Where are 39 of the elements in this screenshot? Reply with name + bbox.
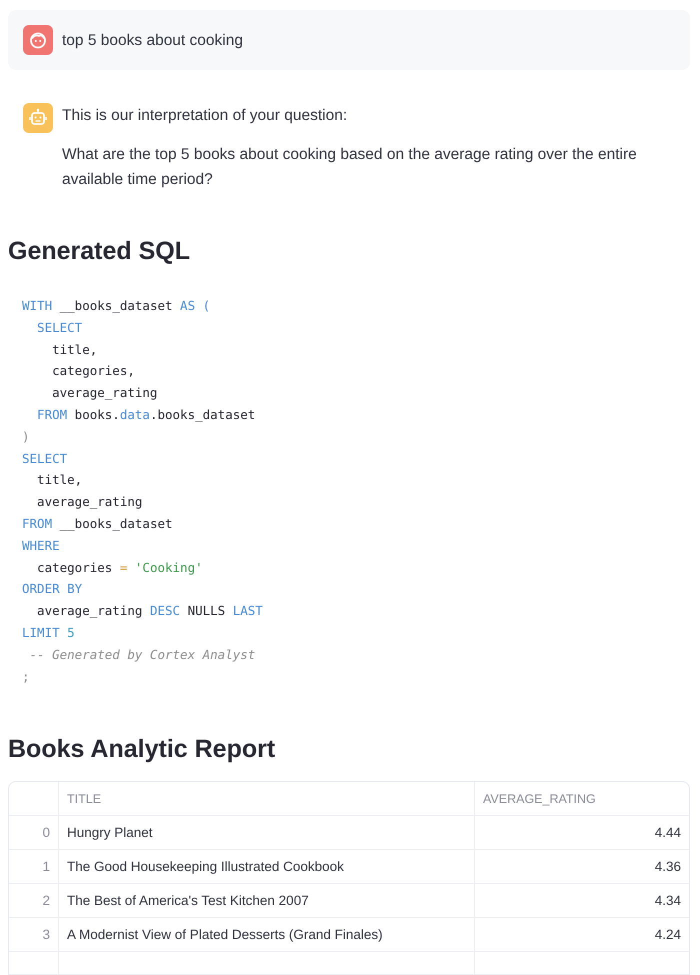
code-line: categories, [51, 362, 135, 380]
code-line: categories = 'Cooking' [36, 558, 203, 577]
user-avatar-icon [23, 25, 53, 55]
code-line: average_rating [36, 493, 142, 512]
section-heading: Books Analytic Report [8, 734, 276, 766]
code-line: ORDER BY [22, 580, 82, 598]
user-message-text: top 5 books about cooking [62, 30, 243, 50]
code-line: average_rating DESC NULLS LAST [36, 602, 263, 620]
table-cell: The Good Housekeeping Illustrated Cookbook [59, 850, 475, 884]
code-line: average_rating [51, 384, 158, 402]
row-index-cell: 0 [9, 816, 59, 850]
code-line: SELECT [36, 318, 82, 337]
code-line: LIMIT 5 [22, 624, 75, 642]
code-line: FROM books.data.books_dataset [36, 406, 256, 424]
table-cell: Hungry Planet [59, 816, 475, 850]
table-cell-text: 4.44 [654, 824, 682, 842]
table-cell-text: 4.24 [654, 926, 682, 944]
robot-icon [23, 103, 53, 133]
row-index-cell: 1 [9, 850, 59, 884]
code-line: title, [51, 340, 98, 359]
table-cell: The Best of America's Test Kitchen 2007 [59, 884, 475, 918]
code-line: title, [36, 471, 82, 490]
row-index-cell: 3 [9, 918, 59, 952]
column-header[interactable]: TITLE [59, 782, 475, 816]
code-line: ; [22, 668, 30, 686]
assistant-message-text: What are the top 5 books about cooking based on the average rating over the entire available time period? [62, 145, 638, 190]
assistant-message-text: This is our interpretation of your question: [62, 106, 348, 126]
table-cell-text: 4.36 [654, 858, 682, 876]
table-cell-text: 4.34 [654, 892, 682, 910]
code-line: SELECT [22, 450, 68, 468]
row-index-cell: 2 [9, 884, 59, 918]
code-line: WHERE [22, 536, 60, 555]
code-line: ) [22, 428, 30, 446]
table-cell: A Modernist View of Plated Desserts (Grand Finales) [59, 918, 475, 952]
code-line: -- Generated by Cortex Analyst [28, 646, 256, 664]
column-header[interactable]: AVERAGE_RATING [475, 782, 689, 816]
code-line: FROM __books_dataset [22, 514, 173, 533]
section-heading: Generated SQL [8, 236, 191, 267]
code-line: WITH __books_dataset AS ( [22, 297, 210, 315]
